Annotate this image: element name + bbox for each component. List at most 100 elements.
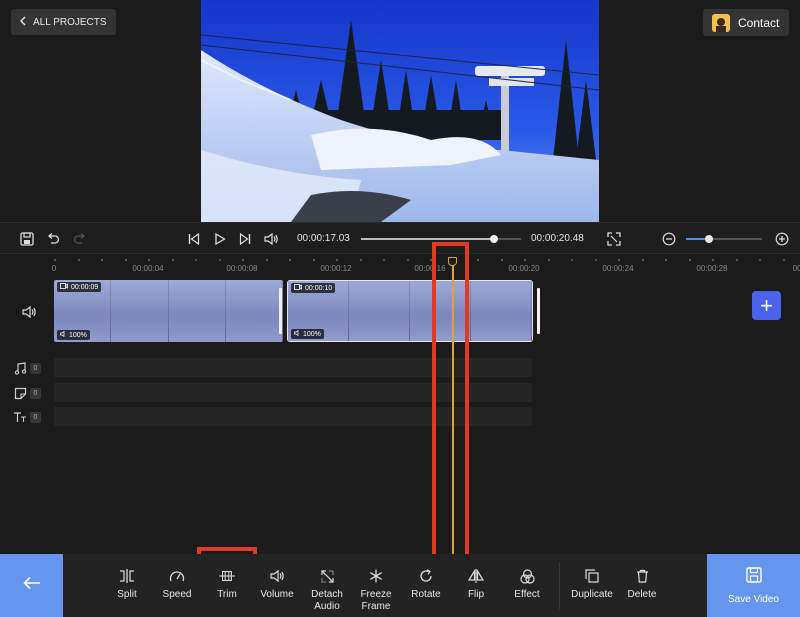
ruler-tick [219,259,221,261]
text-track[interactable] [54,407,532,426]
ruler-tick [571,259,573,261]
snowflake-icon [368,568,384,584]
clip-thumbnail [471,281,532,341]
trim-button[interactable]: Trim [211,554,243,617]
floppy-disk-icon [745,566,762,588]
duplicate-button[interactable]: Duplicate [569,554,615,617]
flip-icon [468,568,484,584]
ruler-tick [783,259,785,261]
music-track[interactable] [54,358,532,377]
ruler-tick [712,259,714,261]
detach-audio-label: Detach Audio [311,589,343,612]
split-label: Split [117,589,137,600]
zoom-in-icon[interactable] [774,231,790,247]
delete-button[interactable]: Delete [625,554,659,617]
fullscreen-icon[interactable] [606,231,622,247]
back-arrow-button[interactable] [0,554,63,617]
contact-button[interactable]: Contact [703,9,789,36]
speaker-icon[interactable] [263,231,279,247]
skip-to-end-icon[interactable] [237,231,253,247]
playhead-handle[interactable] [448,257,457,266]
effect-icon [519,568,535,584]
text-icon [13,410,27,424]
total-time: 00:00:20.48 [531,233,584,244]
split-icon [119,568,135,584]
ruler-tick [501,259,503,261]
text-track-count: 0 [30,412,41,423]
speed-button[interactable]: Speed [159,554,195,617]
clip-thumbnail [410,281,471,341]
ruler-tick [336,259,338,261]
detach-audio-button[interactable]: Detach Audio [309,554,345,617]
freeze-frame-label: Freeze Frame [360,589,392,612]
zoom-slider[interactable] [686,235,762,243]
clip-volume-text: 100% [303,330,321,338]
ruler-tick-label: 00:00:12 [320,264,352,273]
all-projects-label: ALL PROJECTS [33,16,107,28]
save-project-icon[interactable] [19,231,35,247]
detach-audio-icon [319,568,335,584]
effect-button[interactable]: Effect [510,554,544,617]
undo-icon[interactable] [45,231,61,247]
ruler-tick [195,259,197,261]
video-clip-selected[interactable]: 00:00:10 100% [287,280,533,342]
ruler-tick-label: 00:00:16 [414,264,446,273]
play-icon[interactable] [212,231,228,247]
flip-button[interactable]: Flip [462,554,490,617]
main-track-audio-icon[interactable] [21,305,37,324]
all-projects-button[interactable]: ALL PROJECTS [11,9,116,35]
split-button[interactable]: Split [111,554,143,617]
volume-label: Volume [260,589,294,600]
ruler-tick [595,259,597,261]
ruler-tick [78,259,80,261]
ruler-tick-label: 0 [51,264,57,273]
save-video-button[interactable]: Save Video [707,554,800,617]
zoom-knob[interactable] [704,235,713,243]
ruler-tick [101,259,103,261]
video-clip[interactable]: 00:00:09 100% [54,280,283,342]
trash-icon [634,568,650,584]
clip-trim-handle[interactable] [279,288,282,334]
volume-button[interactable]: Volume [258,554,296,617]
ruler-tick-label: 00:00:20 [508,264,540,273]
ruler-tick [242,259,244,261]
ruler-tick [148,259,150,261]
ruler-tick-label: 00:00:28 [696,264,728,273]
rotate-icon [418,568,434,584]
progress-knob[interactable] [489,235,498,243]
ruler-tick-label: 00:00:3 [792,264,800,273]
ruler-tick [266,259,268,261]
preview-area: ALL PROJECTS Contact [0,0,800,222]
sticker-track[interactable] [54,383,532,402]
ruler-tick [548,259,550,261]
add-media-button[interactable]: + [752,291,781,320]
plus-icon: + [760,292,773,318]
music-track-count: 0 [30,363,41,374]
ruler-tick [125,259,127,261]
sticker-icon [13,386,27,400]
arrow-left-icon [22,576,41,595]
clip-volume-text: 100% [69,331,87,339]
ruler-tick-label: 00:00:24 [602,264,634,273]
rotate-button[interactable]: Rotate [409,554,443,617]
flip-label: Flip [467,589,485,600]
clip-thumbnail [349,281,410,341]
zoom-out-icon[interactable] [661,231,677,247]
ruler-tick [430,259,432,261]
save-video-label: Save Video [728,593,779,605]
clip-duration-text: 00:00:10 [305,284,333,292]
playhead[interactable] [448,257,457,554]
ruler-tick [618,259,620,261]
ruler-tick [313,259,315,261]
ruler-tick [289,259,291,261]
clip-trim-handle[interactable] [537,288,540,334]
freeze-frame-button[interactable]: Freeze Frame [358,554,394,617]
redo-icon[interactable] [72,231,88,247]
clip-thumbnail [225,280,283,342]
music-note-icon [13,361,27,375]
progress-slider[interactable] [361,235,521,243]
ruler-tick-label: 00:00:08 [226,264,258,273]
ruler-tick [759,259,761,261]
skip-to-start-icon[interactable] [186,231,202,247]
timeline[interactable]: 0 00:00:04 00:00:08 00:00:12 00:00:16 00:00:2… [0,255,800,554]
